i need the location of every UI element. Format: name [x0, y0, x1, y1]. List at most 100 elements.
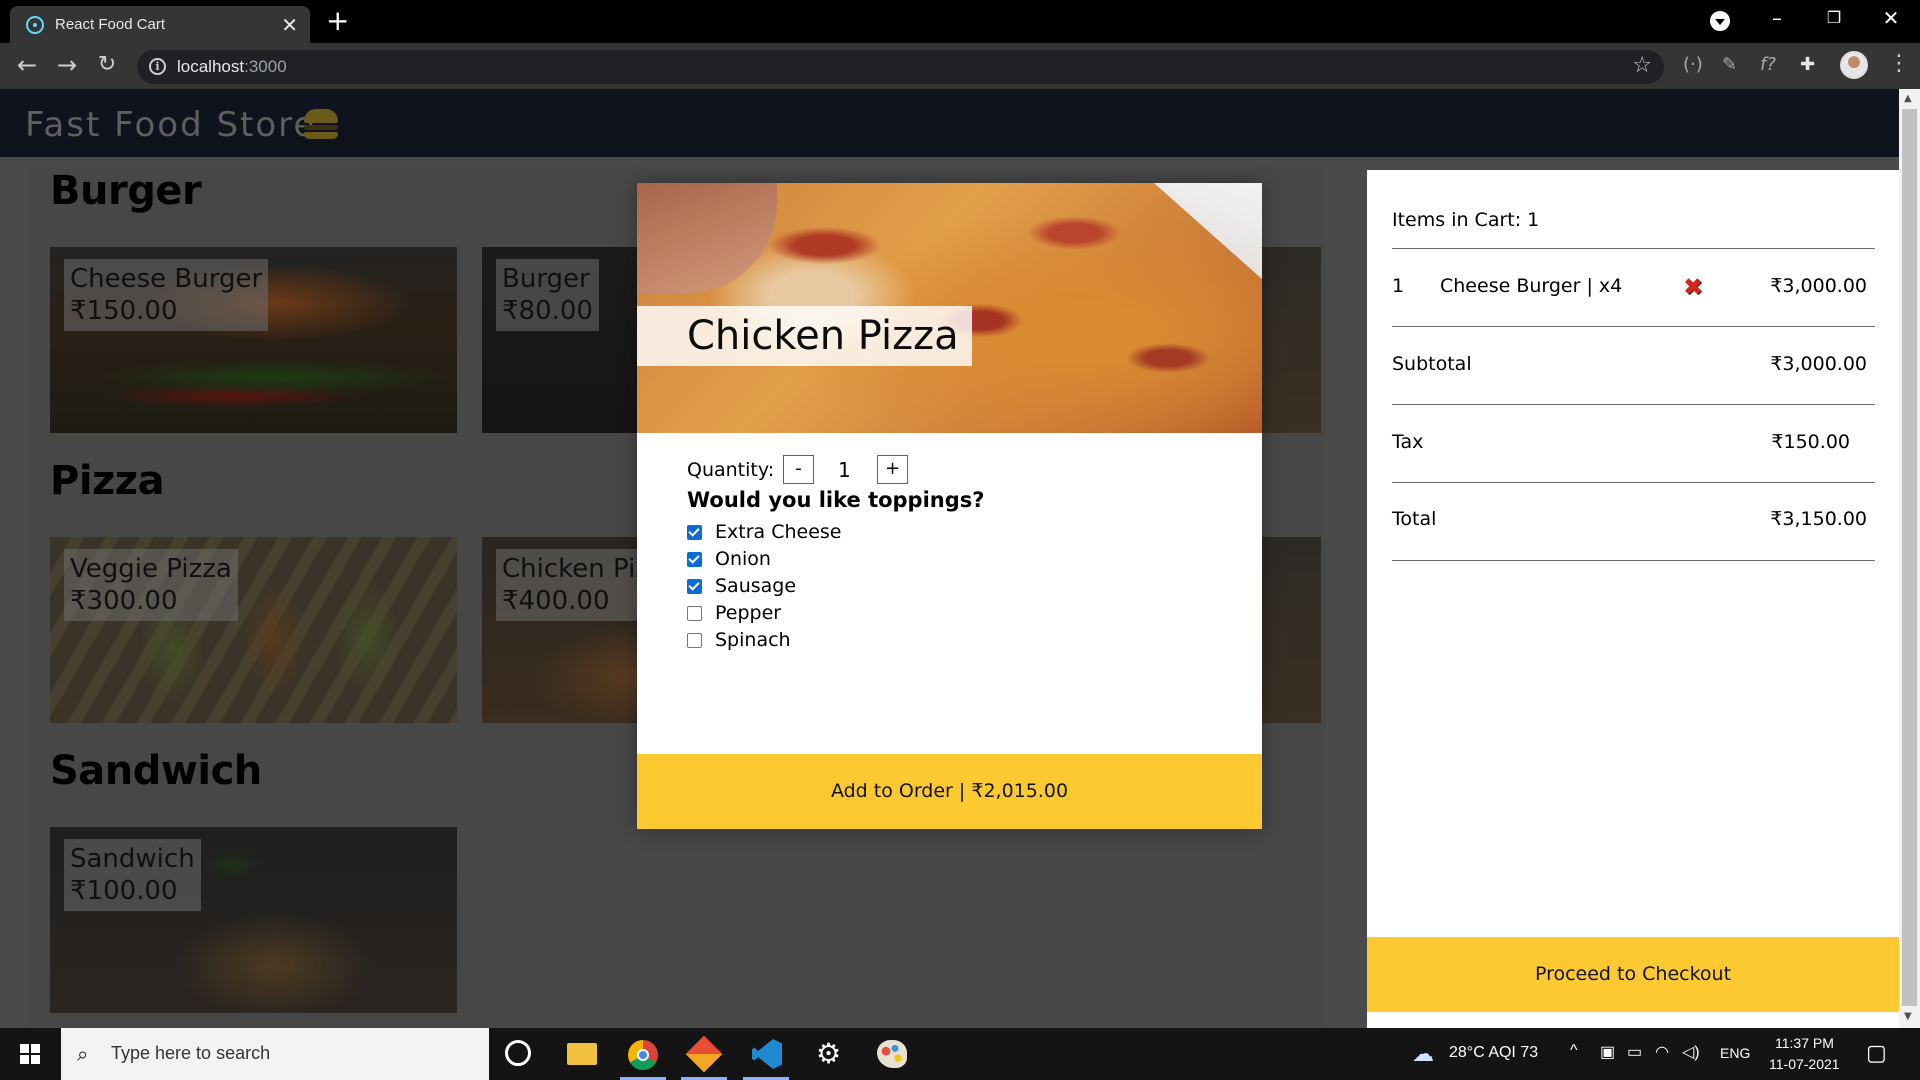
search-input[interactable]: Type here to search: [111, 1043, 270, 1064]
settings-icon[interactable]: ⚙: [816, 1037, 848, 1070]
file-explorer-icon[interactable]: [567, 1043, 597, 1065]
tax-value: ₹150.00: [1771, 431, 1850, 453]
menu-item-name: Cheese Burger: [70, 264, 263, 294]
quantity-value: 1: [838, 458, 851, 482]
taskbar-search[interactable]: ⌕ Type here to search: [61, 1028, 489, 1080]
site-logo[interactable]: Fast Food Store: [25, 105, 316, 145]
menu-item-price: ₹150.00: [70, 296, 178, 326]
menu-item-card[interactable]: Cheese Burger ₹150.00: [50, 247, 457, 433]
item-modal: Chicken Pizza Quantity: - 1 + Would you …: [637, 183, 1262, 829]
address-bar[interactable]: i localhost:3000 ☆: [137, 50, 1664, 84]
decrement-button[interactable]: -: [783, 455, 814, 484]
tax-label: Tax: [1392, 431, 1424, 453]
notification-icon[interactable]: ▢: [1866, 1040, 1887, 1066]
topping-label: Extra Cheese: [715, 521, 842, 543]
cart-panel: Items in Cart: 1 1 Cheese Burger | x4 ✖ …: [1367, 170, 1899, 1028]
checkbox[interactable]: [687, 633, 702, 648]
scroll-up-icon[interactable]: ▲: [1904, 93, 1912, 104]
category-title: Sandwich: [50, 748, 262, 794]
back-icon[interactable]: ←: [12, 51, 42, 79]
cart-count: Items in Cart: 1: [1392, 209, 1540, 231]
menu-item-price: ₹300.00: [70, 586, 178, 616]
cloud-icon: ☁: [1412, 1041, 1434, 1066]
git-icon[interactable]: [685, 1035, 723, 1073]
windows-icon[interactable]: [20, 1044, 40, 1064]
chrome-icon[interactable]: [628, 1040, 658, 1070]
topping-label: Onion: [715, 548, 771, 570]
divider: [1392, 248, 1875, 249]
menu-item-label: Burger ₹80.00: [496, 259, 599, 331]
remove-icon[interactable]: ✖: [1683, 273, 1703, 301]
add-to-order-button[interactable]: Add to Order | ₹2,015.00: [637, 754, 1262, 829]
modal-hero-image: Chicken Pizza: [637, 183, 1262, 433]
info-icon[interactable]: i: [149, 58, 166, 75]
restore-icon[interactable]: ❐: [1819, 8, 1849, 27]
menu-item-price: ₹80.00: [502, 296, 593, 326]
window-close-icon[interactable]: ✕: [1876, 6, 1906, 30]
topping-label: Spinach: [715, 629, 791, 651]
category-title: Burger: [50, 168, 202, 214]
divider: [1392, 482, 1875, 483]
total-value: ₹3,150.00: [1770, 508, 1867, 530]
paint-icon[interactable]: [877, 1040, 907, 1068]
menu-item-label: Sandwich ₹100.00: [64, 839, 201, 911]
burger-icon: [304, 109, 338, 139]
scrollbar-thumb[interactable]: [1902, 109, 1917, 1006]
browser-tab[interactable]: React Food Cart ✕: [10, 6, 310, 43]
extension-icon[interactable]: ✎: [1722, 54, 1737, 75]
topping-label: Sausage: [715, 575, 797, 597]
star-icon[interactable]: ☆: [1632, 53, 1652, 78]
cortana-icon[interactable]: [505, 1040, 531, 1066]
browser-tab-strip: React Food Cart ✕ + – ❐ ✕: [0, 0, 1920, 43]
menu-item-card[interactable]: Veggie Pizza ₹300.00: [50, 537, 457, 723]
volume-icon[interactable]: ◁): [1682, 1042, 1700, 1062]
clock-date[interactable]: 11-07-2021: [1769, 1056, 1840, 1072]
checkbox[interactable]: [687, 606, 702, 621]
checkout-button[interactable]: Proceed to Checkout: [1367, 937, 1899, 1012]
divider: [1392, 560, 1875, 561]
checkbox[interactable]: [687, 552, 702, 567]
tab-search-icon[interactable]: [1710, 11, 1730, 31]
topping-label: Pepper: [715, 602, 782, 624]
battery-icon[interactable]: ▭: [1627, 1042, 1642, 1062]
forward-icon[interactable]: →: [52, 51, 82, 79]
vscode-icon[interactable]: [752, 1039, 782, 1069]
extension-icon[interactable]: (·): [1683, 54, 1703, 75]
subtotal-label: Subtotal: [1392, 353, 1472, 375]
close-icon[interactable]: ✕: [281, 13, 298, 37]
extension-icon[interactable]: f?: [1760, 54, 1776, 75]
clock-time[interactable]: 11:37 PM: [1775, 1035, 1834, 1051]
category-title: Pizza: [50, 458, 165, 504]
menu-icon[interactable]: ⋮: [1888, 51, 1910, 76]
new-tab-plus-icon[interactable]: +: [326, 6, 349, 36]
browser-toolbar: ← → ↻ i localhost:3000 ☆ (·) ✎ f? ✚ ⋮: [0, 43, 1920, 89]
wifi-icon[interactable]: ◠: [1655, 1042, 1669, 1062]
toppings-title: Would you like toppings?: [687, 488, 985, 512]
url-text[interactable]: localhost:3000: [177, 57, 287, 77]
subtotal-value: ₹3,000.00: [1770, 353, 1867, 375]
search-icon: ⌕: [77, 1042, 89, 1066]
quantity-label: Quantity:: [687, 459, 775, 481]
reload-icon[interactable]: ↻: [92, 52, 122, 77]
cart-item-price: ₹3,000.00: [1770, 275, 1867, 297]
meet-icon[interactable]: ▣: [1600, 1042, 1615, 1062]
language-indicator[interactable]: ENG: [1720, 1045, 1750, 1061]
weather-text[interactable]: 28°C AQI 73: [1449, 1044, 1538, 1062]
menu-item-card[interactable]: Sandwich ₹100.00: [50, 827, 457, 1013]
avatar[interactable]: [1840, 51, 1868, 79]
cart-item-index: 1: [1392, 275, 1405, 297]
menu-item-label: Veggie Pizza ₹300.00: [64, 549, 238, 621]
chevron-up-icon[interactable]: ^: [1570, 1042, 1578, 1060]
increment-button[interactable]: +: [877, 455, 908, 484]
menu-item-name: Burger: [502, 264, 590, 294]
page-scrollbar[interactable]: ▲ ▼: [1899, 89, 1920, 1028]
checkbox[interactable]: [687, 579, 702, 594]
modal-title: Chicken Pizza: [637, 306, 972, 366]
scroll-down-icon[interactable]: ▼: [1904, 1011, 1912, 1022]
site-header: Fast Food Store: [0, 89, 1899, 157]
minimize-icon[interactable]: –: [1762, 6, 1792, 30]
puzzle-icon[interactable]: ✚: [1800, 54, 1815, 75]
total-label: Total: [1392, 508, 1437, 530]
checkbox[interactable]: [687, 525, 702, 540]
menu-item-name: Sandwich: [70, 844, 195, 874]
